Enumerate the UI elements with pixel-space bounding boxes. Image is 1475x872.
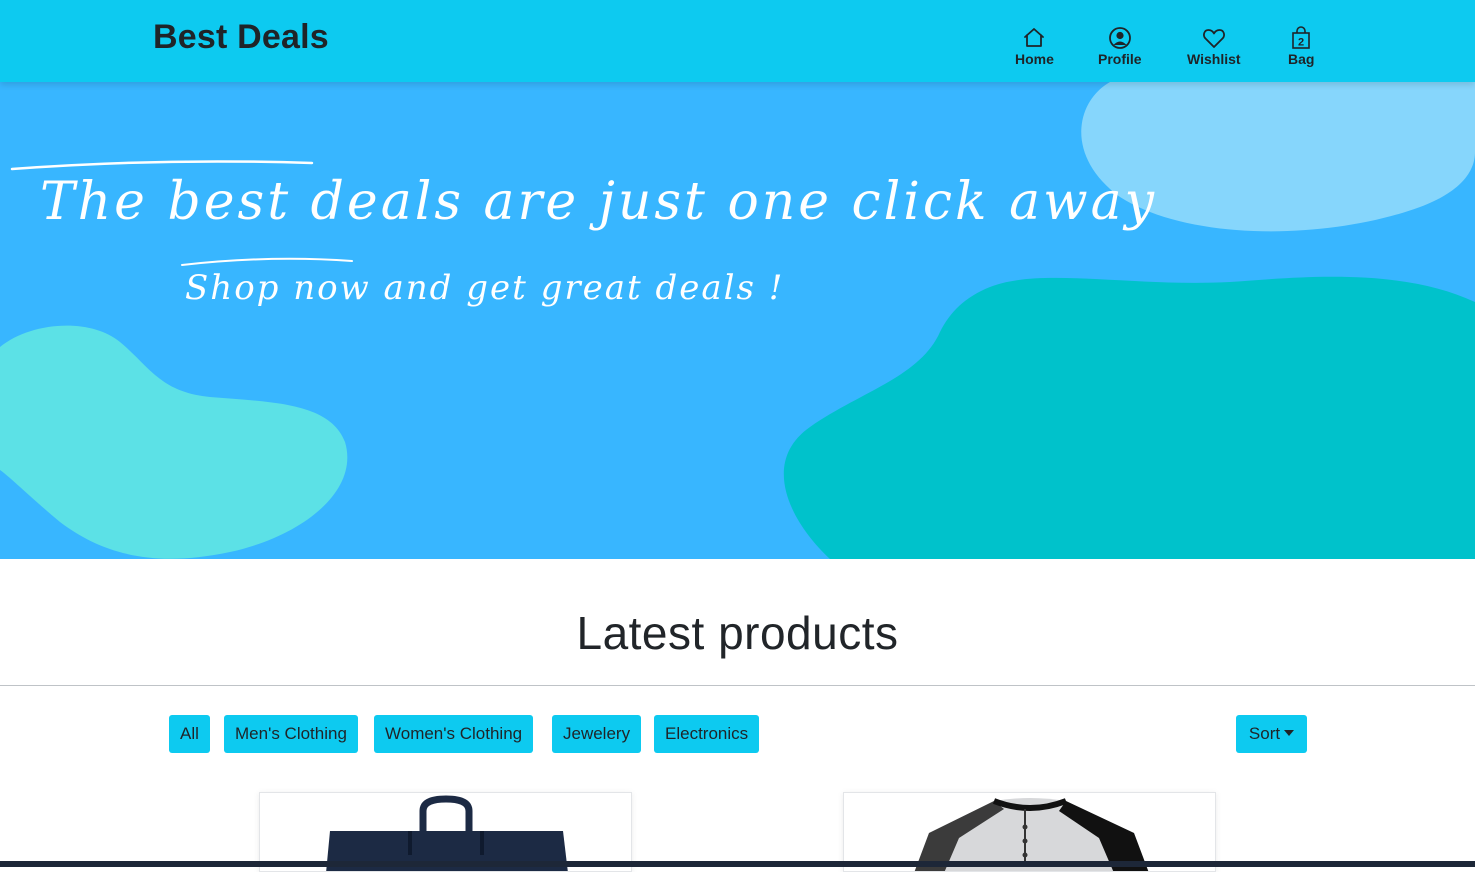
hero-decorative-blobs [0,82,1475,559]
hero-subheadline: Shop now and get great deals ! [185,268,785,308]
blob-aqua-left [0,325,348,559]
blob-teal-right [783,276,1475,559]
product-card[interactable] [259,792,632,872]
hero-headline: The best deals are just one click away [40,172,1157,232]
bag-icon: 2 [1292,26,1311,49]
filter-all-button[interactable]: All [169,715,210,753]
nav-bag[interactable]: 2 Bag [1288,26,1314,67]
product-card[interactable] [843,792,1216,872]
nav-profile[interactable]: Profile [1098,26,1142,67]
sort-label: Sort [1248,724,1281,743]
sort-dropdown-button[interactable]: Sort [1236,715,1307,753]
section-divider [0,685,1475,686]
hero-flourish-2 [181,257,353,266]
section-title: Latest products [576,607,899,659]
hero-flourish-1 [10,160,314,171]
heart-icon [1202,29,1225,48]
profile-icon [1108,27,1131,49]
filter-mens-clothing-button[interactable]: Men's Clothing [224,715,358,753]
bottom-edge-bar [0,861,1475,867]
brand-logo[interactable]: Best Deals [153,18,329,57]
nav-home[interactable]: Home [1015,26,1054,67]
top-navbar: Best Deals Home Profile Wishlist 2 Bag [0,0,1475,82]
nav-home-label: Home [1015,51,1054,67]
hero-banner: The best deals are just one click away S… [0,82,1475,559]
filter-womens-clothing-button[interactable]: Women's Clothing [374,715,534,753]
home-icon [1024,28,1045,47]
filter-electronics-button[interactable]: Electronics [654,715,760,753]
nav-wishlist[interactable]: Wishlist [1187,26,1241,67]
caret-down-icon [1284,729,1295,736]
nav-profile-label: Profile [1098,51,1142,67]
filter-jewelery-button[interactable]: Jewelery [552,715,642,753]
nav-bag-label: Bag [1288,51,1315,67]
bag-count: 2 [1298,37,1304,49]
nav-wishlist-label: Wishlist [1187,51,1241,67]
